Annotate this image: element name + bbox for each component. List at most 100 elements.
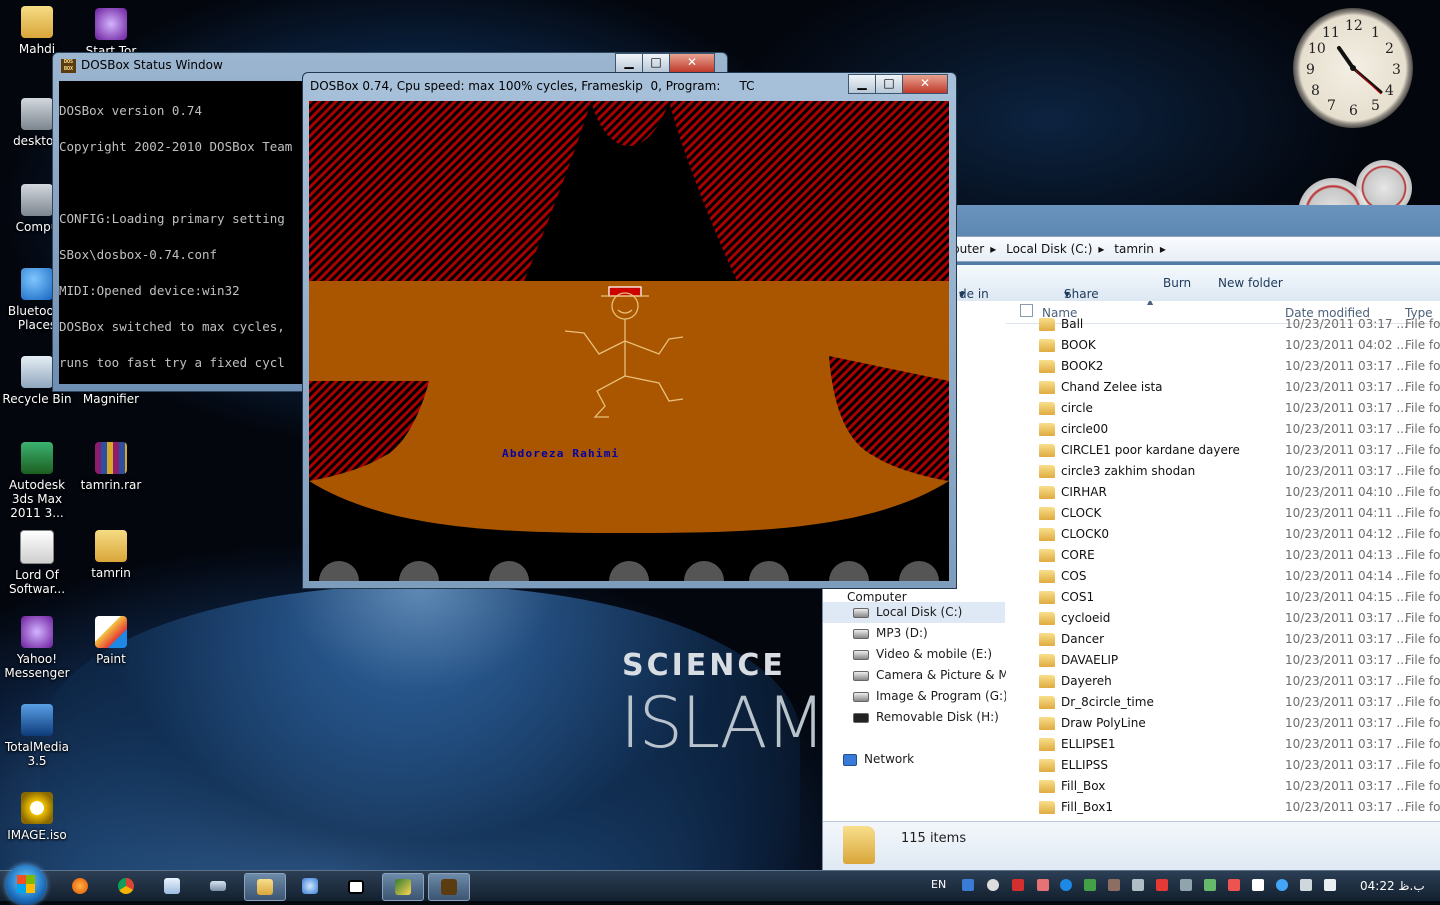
nav-item-image-program[interactable]: Image & Program (G:)	[853, 686, 1008, 707]
table-row[interactable]: BOOK 10/23/2011 04:02 ... File fol	[1006, 335, 1440, 356]
nav-item-local-disk[interactable]: Local Disk (C:)	[823, 602, 1005, 623]
table-row[interactable]: CLOCK 10/23/2011 04:11 ... File fol	[1006, 503, 1440, 524]
table-row[interactable]: circle 10/23/2011 03:17 ... File fol	[1006, 398, 1440, 419]
table-row[interactable]: Draw PolyLine 10/23/2011 03:17 ... File fo…	[1006, 713, 1440, 734]
desktop-icon-tamrin[interactable]: tamrin	[74, 530, 148, 580]
tray-icon[interactable]	[1228, 879, 1240, 891]
file-list: Name ▲ Date modified Type Ball 10/23/2011…	[1006, 301, 1440, 821]
desktop-icon-lord-of-software[interactable]: Lord Of Softwar...	[0, 530, 74, 596]
nav-item-camera-picture[interactable]: Camera & Picture & Mah	[853, 665, 1024, 686]
table-row[interactable]: Chand Zelee ista 10/23/2011 03:17 ... File…	[1006, 377, 1440, 398]
desktop-icon-mahdi[interactable]: Mahdi	[0, 6, 74, 56]
start-button[interactable]	[6, 865, 46, 905]
file-name: CORE	[1061, 548, 1095, 562]
chevron-down-icon: ▾	[1064, 287, 1071, 301]
taskbar-firefox[interactable]	[60, 873, 100, 899]
table-row[interactable]: CIRHAR 10/23/2011 04:10 ... File fol	[1006, 482, 1440, 503]
tray-icon[interactable]	[1108, 879, 1120, 891]
table-row[interactable]: DAVAELIP 10/23/2011 03:17 ... File fol	[1006, 650, 1440, 671]
folder-icon	[1039, 591, 1055, 604]
iso-icon	[21, 792, 53, 824]
dosbox-main-window[interactable]: DOSBox 0.74, Cpu speed: max 100% cycles,…	[302, 72, 957, 601]
taskbar-notepad[interactable]	[152, 873, 192, 899]
table-row[interactable]: circle3 zakhim shodan 10/23/2011 03:17 ..…	[1006, 461, 1440, 482]
table-row[interactable]: CLOCK0 10/23/2011 04:12 ... File fol	[1006, 524, 1440, 545]
tray-icon[interactable]	[1276, 879, 1288, 891]
tray-icon[interactable]	[1084, 879, 1096, 891]
clock-hands	[1337, 46, 1383, 95]
tray-icon[interactable]	[1132, 879, 1144, 891]
new-folder-button[interactable]: New folder	[1218, 276, 1283, 290]
volume-icon[interactable]	[1300, 879, 1312, 891]
file-date: 10/23/2011 03:17 ...	[1285, 632, 1408, 646]
table-row[interactable]: CORE 10/23/2011 04:13 ... File fol	[1006, 545, 1440, 566]
tray-icon[interactable]	[1252, 879, 1264, 891]
taskbar-window[interactable]	[336, 873, 376, 899]
table-row[interactable]: COS1 10/23/2011 04:15 ... File fol	[1006, 587, 1440, 608]
table-row[interactable]: CIRCLE1 poor kardane dayere 10/23/2011 03…	[1006, 440, 1440, 461]
tray-icon[interactable]	[1012, 879, 1024, 891]
taskbar-magnifier[interactable]	[290, 873, 330, 899]
nav-item-video-mobile[interactable]: Video & mobile (E:)	[853, 644, 992, 665]
table-row[interactable]: Fill_Box 10/23/2011 03:17 ... File fol	[1006, 776, 1440, 797]
table-row[interactable]: Fill_Box1 10/23/2011 03:17 ... File fol	[1006, 797, 1440, 818]
file-name: Draw PolyLine	[1061, 716, 1146, 730]
folder-icon	[1039, 381, 1055, 394]
clock-time[interactable]: 04:22 ب.ظ	[1360, 879, 1425, 893]
desktop-icon-start-tor[interactable]: Start Tor	[74, 8, 148, 58]
dos-graphics-screen[interactable]: Abdoreza Rahimi	[309, 101, 949, 601]
taskbar-dosbox[interactable]	[428, 873, 470, 901]
desktop-icon-image-iso[interactable]: IMAGE.iso	[0, 792, 74, 842]
close-button[interactable]: ✕	[902, 74, 948, 94]
nav-item-mp3[interactable]: MP3 (D:)	[853, 623, 928, 644]
computer-icon	[21, 98, 53, 130]
language-indicator[interactable]: EN	[931, 878, 946, 891]
breadcrumb-tamrin[interactable]: tamrin	[1114, 242, 1154, 256]
nav-item-network[interactable]: Network	[843, 749, 914, 770]
battery-icon[interactable]	[1324, 879, 1336, 891]
table-row[interactable]: Dr_8circle_time 10/23/2011 03:17 ... File …	[1006, 692, 1440, 713]
file-type: File fol	[1405, 737, 1440, 751]
tray-icon[interactable]	[1180, 879, 1192, 891]
tray-icon[interactable]	[987, 879, 999, 891]
burn-button[interactable]: Burn	[1163, 276, 1191, 290]
maximize-button[interactable]: □	[875, 74, 903, 94]
table-row[interactable]: cycloeid 10/23/2011 03:17 ... File fol	[1006, 608, 1440, 629]
file-date: 10/23/2011 03:17 ...	[1285, 737, 1408, 751]
folder-icon	[1039, 465, 1055, 478]
table-row[interactable]: ELLIPSE1 10/23/2011 03:17 ... File fol	[1006, 734, 1440, 755]
tray-icon[interactable]	[962, 879, 974, 891]
minimize-button[interactable]: ▁	[615, 53, 643, 73]
table-row[interactable]: circle00 10/23/2011 03:17 ... File fol	[1006, 419, 1440, 440]
close-button[interactable]: ✕	[669, 53, 715, 73]
address-bar[interactable]: puter ▸ Local Disk (C:) ▸ tamrin ▸	[951, 236, 1440, 262]
desktop-icon-tamrin-rar[interactable]: tamrin.rar	[74, 442, 148, 492]
status-bar: 115 items	[823, 821, 1440, 871]
table-row[interactable]: COS 10/23/2011 04:14 ... File fol	[1006, 566, 1440, 587]
tray-icon[interactable]	[1037, 879, 1049, 891]
table-row[interactable]: Dayereh 10/23/2011 03:17 ... File fol	[1006, 671, 1440, 692]
desktop-icon-paint[interactable]: Paint	[74, 616, 148, 666]
table-row[interactable]: BOOK2 10/23/2011 03:17 ... File fol	[1006, 356, 1440, 377]
file-name: ELLIPSE1	[1061, 737, 1116, 751]
file-date: 10/23/2011 04:14 ...	[1285, 569, 1408, 583]
maximize-button[interactable]: □	[642, 53, 670, 73]
file-date: 10/23/2011 03:17 ...	[1285, 653, 1408, 667]
tray-icon[interactable]	[1156, 879, 1168, 891]
clock-gadget[interactable]: 12 1 2 3 4 5 6 7 8 9 10 11	[1293, 8, 1413, 128]
taskbar-dreamweaver[interactable]	[382, 873, 424, 901]
tray-icon[interactable]	[1204, 879, 1216, 891]
table-row[interactable]: ELLIPSS 10/23/2011 03:17 ... File fol	[1006, 755, 1440, 776]
taskbar-chrome[interactable]	[106, 873, 146, 899]
desktop-icon-3ds-max[interactable]: Autodesk 3ds Max 2011 3...	[0, 442, 74, 520]
desktop-icon-totalmedia[interactable]: TotalMedia 3.5	[0, 704, 74, 768]
nav-item-removable-disk[interactable]: Removable Disk (H:)	[853, 707, 999, 728]
breadcrumb-local-disk[interactable]: Local Disk (C:)	[1006, 242, 1092, 256]
table-row[interactable]: Ball 10/23/2011 03:17 ... File fol	[1006, 314, 1440, 335]
bluetooth-tray-icon[interactable]	[1060, 879, 1072, 891]
minimize-button[interactable]: ▁	[848, 74, 876, 94]
table-row[interactable]: Dancer 10/23/2011 03:17 ... File fol	[1006, 629, 1440, 650]
desktop-icon-yahoo[interactable]: Yahoo! Messenger	[0, 616, 74, 680]
taskbar-keyboard[interactable]	[198, 873, 238, 899]
taskbar-explorer[interactable]	[244, 873, 286, 901]
